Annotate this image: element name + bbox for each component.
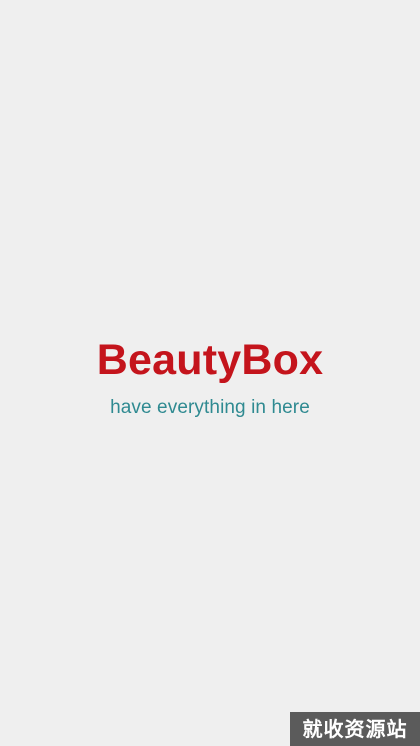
splash-screen: BeautyBox have everything in here [0, 0, 420, 746]
app-tagline: have everything in here [110, 397, 310, 418]
app-title: BeautyBox [96, 336, 324, 384]
watermark-badge: 就收资源站 [290, 712, 420, 746]
